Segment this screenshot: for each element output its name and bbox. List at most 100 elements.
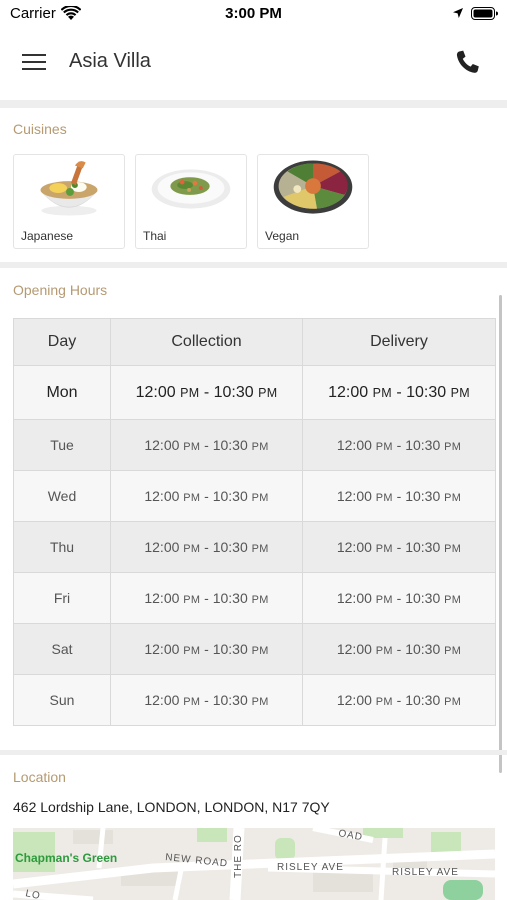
phone-icon[interactable] — [454, 48, 482, 76]
collection-hours-cell: 12:00 PM - 10:30 PM — [110, 521, 303, 573]
collection-hours-cell: 12:00 PM - 10:30 PM — [110, 674, 303, 726]
opening-hours-body: Mon 12:00 PM - 10:30 PM 12:00 PM - 10:30 P… — [13, 365, 496, 726]
page-title: Asia Villa — [69, 50, 151, 72]
opening-ampm: PM — [183, 543, 201, 555]
map-label-road: RISLEY AVE — [277, 862, 344, 873]
closing-ampm: PM — [444, 441, 462, 453]
opening-ampm: PM — [375, 645, 393, 657]
closing-time: 10:30 — [405, 641, 441, 657]
location-title: Location — [13, 769, 66, 785]
opening-ampm: PM — [183, 441, 201, 453]
hamburger-menu-icon[interactable] — [22, 51, 48, 73]
time-separator: - — [200, 539, 213, 555]
closing-ampm: PM — [444, 594, 462, 606]
section-divider — [0, 262, 507, 268]
battery-icon — [471, 7, 498, 20]
delivery-hours-cell: 12:00 PM - 10:30 PM — [302, 674, 496, 726]
map-label-road: RISLEY AVE — [392, 867, 459, 878]
closing-ampm: PM — [444, 645, 462, 657]
scrollbar[interactable] — [499, 295, 502, 773]
opening-time: 12:00 — [336, 692, 372, 708]
opening-time: 12:00 — [144, 692, 180, 708]
day-cell: Thu — [13, 521, 111, 573]
closing-time: 10:30 — [212, 488, 248, 504]
ramen-bowl-image — [40, 161, 98, 216]
closing-time: 10:30 — [406, 383, 447, 401]
delivery-hours-cell: 12:00 PM - 10:30 PM — [302, 521, 496, 573]
opening-ampm: PM — [375, 543, 393, 555]
closing-ampm: PM — [251, 441, 269, 453]
time-separator: - — [200, 590, 213, 606]
cuisine-label-vegan: Vegan — [265, 229, 300, 243]
opening-time: 12:00 — [144, 437, 180, 453]
status-time: 3:00 PM — [225, 5, 282, 22]
opening-time: 12:00 — [336, 590, 372, 606]
closing-time: 10:30 — [405, 590, 441, 606]
hours-row: Mon 12:00 PM - 10:30 PM 12:00 PM - 10:30 P… — [13, 365, 496, 420]
opening-ampm: PM — [375, 492, 393, 504]
collection-hours-cell: 12:00 PM - 10:30 PM — [110, 365, 303, 420]
opening-time: 12:00 — [135, 383, 176, 401]
opening-ampm: PM — [183, 492, 201, 504]
opening-ampm: PM — [375, 441, 393, 453]
collection-hours-cell: 12:00 PM - 10:30 PM — [110, 572, 303, 624]
time-separator: - — [392, 692, 406, 708]
opening-time: 12:00 — [336, 437, 372, 453]
opening-ampm: PM — [180, 385, 200, 400]
closing-ampm: PM — [444, 543, 462, 555]
cuisines-title: Cuisines — [13, 121, 67, 137]
delivery-hours-cell: 12:00 PM - 10:30 PM — [302, 572, 496, 624]
cuisine-card-japanese[interactable]: Japanese — [13, 154, 125, 249]
opening-time: 12:00 — [336, 488, 372, 504]
day-cell: Wed — [13, 470, 111, 522]
time-separator: - — [199, 383, 214, 401]
opening-time: 12:00 — [144, 539, 180, 555]
cuisine-card-thai[interactable]: Thai — [135, 154, 247, 249]
closing-ampm: PM — [258, 385, 278, 400]
hours-row: Tue 12:00 PM - 10:30 PM 12:00 PM - 10:30 P… — [13, 419, 496, 471]
section-divider — [0, 750, 507, 755]
closing-ampm: PM — [251, 543, 269, 555]
closing-time: 10:30 — [405, 539, 441, 555]
table-header-row: Day Collection Delivery — [13, 318, 496, 366]
collection-hours-cell: 12:00 PM - 10:30 PM — [110, 419, 303, 471]
closing-ampm: PM — [251, 492, 269, 504]
closing-time: 10:30 — [405, 488, 441, 504]
opening-time: 12:00 — [328, 383, 369, 401]
cuisine-card-vegan[interactable]: Vegan — [257, 154, 369, 249]
delivery-hours-cell: 12:00 PM - 10:30 PM — [302, 419, 496, 471]
opening-ampm: PM — [372, 385, 392, 400]
time-separator: - — [200, 437, 213, 453]
time-separator: - — [392, 437, 406, 453]
opening-ampm: PM — [375, 594, 393, 606]
closing-ampm: PM — [251, 696, 269, 708]
day-cell: Tue — [13, 419, 111, 471]
time-separator: - — [200, 641, 213, 657]
closing-ampm: PM — [444, 492, 462, 504]
opening-ampm: PM — [183, 645, 201, 657]
collection-hours-cell: 12:00 PM - 10:30 PM — [110, 470, 303, 522]
closing-time: 10:30 — [212, 437, 248, 453]
opening-hours-table: Day Collection Delivery Mon 12:00 PM - 10… — [13, 318, 496, 726]
location-arrow-icon — [453, 8, 463, 18]
opening-time: 12:00 — [336, 641, 372, 657]
location-map[interactable]: Chapman's Green NEW ROAD THE RO RISLEY A… — [13, 828, 495, 900]
time-separator: - — [200, 692, 213, 708]
map-label-road: THE RO — [233, 834, 244, 878]
closing-time: 10:30 — [405, 437, 441, 453]
closing-time: 10:30 — [212, 590, 248, 606]
closing-time: 10:30 — [212, 539, 248, 555]
map-label-road: LO — [24, 888, 41, 900]
closing-ampm: PM — [251, 645, 269, 657]
column-header-collection: Collection — [110, 318, 303, 366]
day-cell: Fri — [13, 572, 111, 624]
opening-time: 12:00 — [336, 539, 372, 555]
status-bar: Carrier 3:00 PM — [0, 0, 507, 28]
cuisine-label-thai: Thai — [143, 229, 167, 243]
opening-time: 12:00 — [144, 488, 180, 504]
map-label-area: Chapman's Green — [15, 851, 117, 865]
hours-row: Sat 12:00 PM - 10:30 PM 12:00 PM - 10:30 P… — [13, 623, 496, 675]
time-separator: - — [392, 539, 406, 555]
collection-hours-cell: 12:00 PM - 10:30 PM — [110, 623, 303, 675]
closing-ampm: PM — [450, 385, 470, 400]
